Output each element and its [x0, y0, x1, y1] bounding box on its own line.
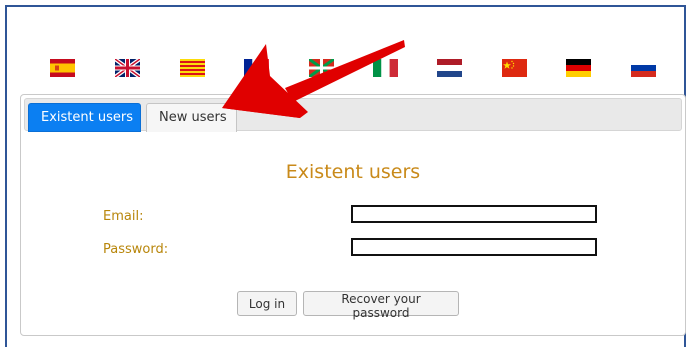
italy-flag-icon[interactable]	[373, 59, 398, 77]
france-flag-icon[interactable]	[244, 59, 269, 77]
catalonia-flag-icon[interactable]	[180, 59, 205, 77]
tab-bar: Existent users New users	[24, 98, 682, 132]
tab-existent-users[interactable]: Existent users	[28, 103, 141, 132]
germany-flag-icon[interactable]	[566, 59, 591, 77]
basque-flag-icon[interactable]	[309, 59, 334, 77]
uk-flag-icon[interactable]	[115, 59, 140, 77]
spain-flag-icon[interactable]	[50, 59, 75, 77]
login-tab-panel: Existent users New users Existent users …	[20, 94, 686, 336]
china-flag-icon[interactable]	[502, 59, 527, 77]
recover-password-button[interactable]: Recover your password	[303, 291, 459, 320]
login-button[interactable]: Log in	[237, 291, 297, 316]
panel-title: Existent users	[285, 161, 421, 183]
password-field[interactable]	[351, 238, 597, 256]
email-field[interactable]	[351, 205, 597, 223]
email-label: Email:	[103, 209, 144, 224]
password-label: Password:	[103, 242, 169, 257]
russia-flag-icon[interactable]	[631, 59, 656, 77]
netherlands-flag-icon[interactable]	[437, 59, 462, 77]
tab-new-users[interactable]: New users	[146, 103, 237, 132]
